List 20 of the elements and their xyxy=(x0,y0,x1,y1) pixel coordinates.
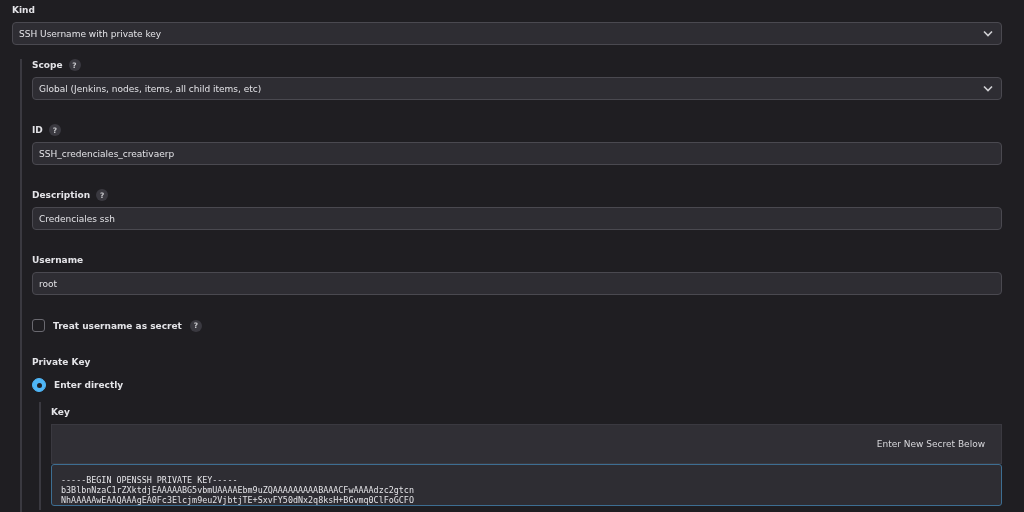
field-label: Private Key xyxy=(32,357,91,367)
checkbox-label: Treat username as secret xyxy=(53,320,182,331)
field-label: Kind xyxy=(12,5,35,15)
text-input[interactable]: Credenciales ssh xyxy=(32,207,1002,230)
scope-select[interactable]: Global (Jenkins, nodes, items, all child items, etc) xyxy=(32,77,1002,100)
field-label: ID xyxy=(32,125,43,135)
chevron-down-icon xyxy=(983,85,993,92)
kind-select[interactable]: SSH Username with private key xyxy=(12,22,1002,45)
secret-hint: Enter New Secret Below xyxy=(876,439,985,449)
field-label: Description xyxy=(32,190,91,200)
field-label: Scope xyxy=(32,60,63,70)
text-input[interactable]: root xyxy=(32,272,1002,295)
chevron-down-icon xyxy=(983,30,993,37)
text-input[interactable]: SSH_credenciales_creativaerp xyxy=(32,142,1002,165)
radio-label: Enter directly xyxy=(54,380,124,390)
key-textarea[interactable]: -----BEGIN OPENSSH PRIVATE KEY----- b3BlbnNzaC1rZXktdjEAAAAABG5vbmUAAAAEbm9uZQAAAAAAAAABAAACFwAAAAdzc2gtcn NhAAAAAwEAAQAAAgEA0Fc3Elcjm9eu2VjbtjTE+SxvFY50dNx2q8ksH+BGvmq0ClFoGCFO xyxy=(51,464,1002,506)
field-label: Username xyxy=(32,255,84,265)
field-label: Key xyxy=(51,407,70,417)
checkbox[interactable] xyxy=(32,319,45,332)
radio-button[interactable] xyxy=(32,378,46,392)
